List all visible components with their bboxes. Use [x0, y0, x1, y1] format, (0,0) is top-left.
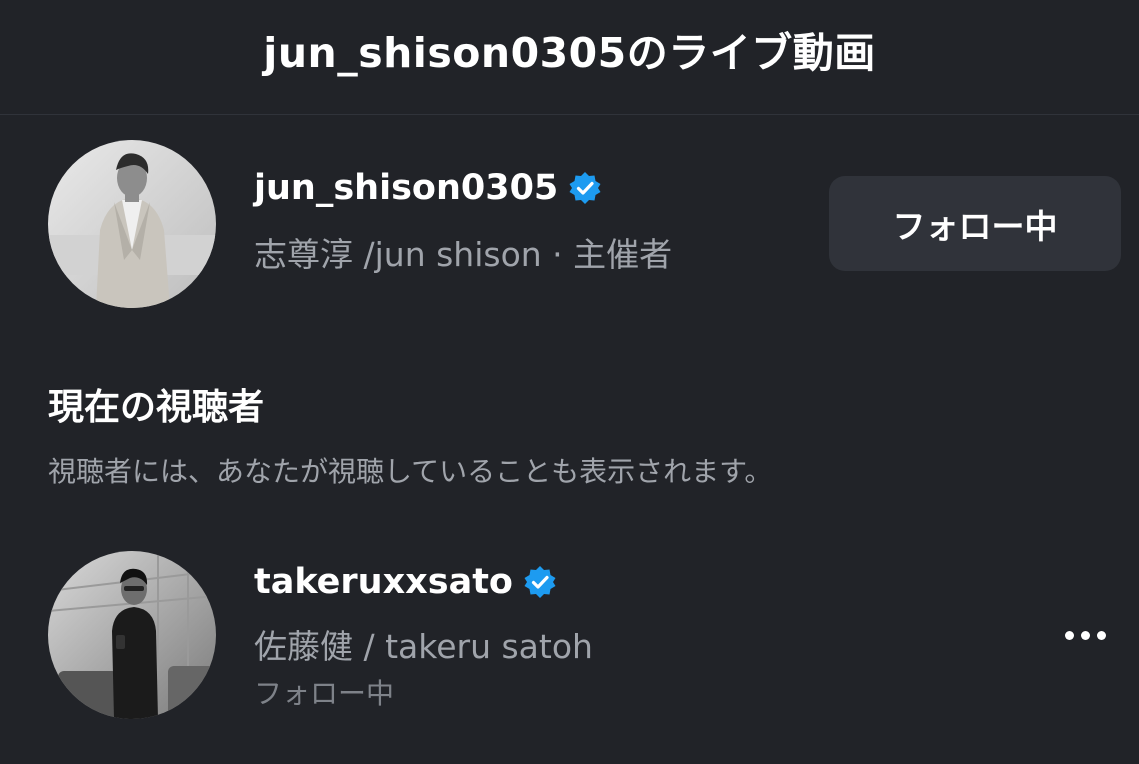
- verified-badge-icon: [523, 565, 557, 599]
- more-dot: [1080, 630, 1090, 640]
- more-dot: [1096, 630, 1106, 640]
- host-subtitle: 志尊淳 /jun shison · 主催者: [254, 235, 673, 274]
- viewer-name-line[interactable]: takeruxxsato: [254, 562, 557, 602]
- verified-badge-icon: [568, 171, 602, 205]
- page-title: jun_shison0305のライブ動画: [263, 29, 876, 77]
- host-name-line[interactable]: jun_shison0305: [254, 168, 602, 208]
- current-viewers-description: 視聴者には、あなたが視聴していることも表示されます。: [48, 455, 773, 488]
- host-avatar[interactable]: [48, 140, 216, 308]
- current-viewers-heading: 現在の視聴者: [48, 387, 265, 428]
- viewer-full-name: 佐藤健 / takeru satoh: [254, 627, 593, 666]
- host-username[interactable]: jun_shison0305: [254, 168, 558, 208]
- viewer-avatar[interactable]: [48, 551, 216, 719]
- live-video-viewers-page: jun_shison0305のライブ動画 jun_shison0305 志尊淳 …: [0, 0, 1139, 764]
- viewer-username[interactable]: takeruxxsato: [254, 562, 513, 602]
- following-button[interactable]: フォロー中: [829, 176, 1121, 271]
- more-dot: [1064, 630, 1074, 640]
- page-header: jun_shison0305のライブ動画: [0, 0, 1139, 115]
- more-options-icon[interactable]: [1055, 610, 1115, 660]
- viewer-follow-status: フォロー中: [254, 677, 395, 710]
